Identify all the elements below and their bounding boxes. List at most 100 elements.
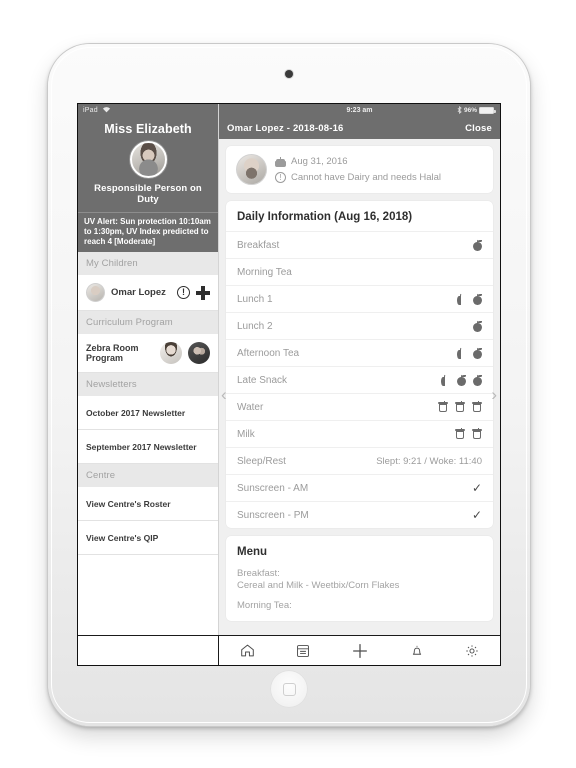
tabbar-items xyxy=(219,641,500,661)
sidebar-item-centre-roster[interactable]: View Centre's Roster xyxy=(78,487,218,522)
staff-role-label: Responsible Person on Duty xyxy=(94,183,202,205)
row-value xyxy=(473,320,482,332)
home-button[interactable] xyxy=(270,670,308,708)
sidebar-item-centre-qip[interactable]: View Centre's QIP xyxy=(78,521,218,556)
centre-qip-label: View Centre's QIP xyxy=(86,532,159,543)
main-scroll-content[interactable]: Aug 31, 2016 ! Cannot have Dairy and nee… xyxy=(219,139,500,635)
close-button[interactable]: Close xyxy=(465,123,492,134)
screen-body: iPad Miss Elizabeth Responsible Person o… xyxy=(78,104,500,635)
sidebar-item-october-newsletter[interactable]: October 2017 Newsletter xyxy=(78,396,218,431)
bluetooth-icon xyxy=(457,105,462,116)
plus-icon[interactable] xyxy=(350,641,370,661)
cup-icon xyxy=(438,400,448,413)
cup-icon xyxy=(455,427,465,440)
child-profile-card: Aug 31, 2016 ! Cannot have Dairy and nee… xyxy=(226,146,493,193)
row-value: ✓ xyxy=(472,482,482,494)
row-label: Water xyxy=(237,401,264,413)
apple-icon xyxy=(473,320,482,332)
menu-line-breakfast-heading: Breakfast: xyxy=(237,568,280,579)
alert-icon: ! xyxy=(275,172,286,183)
row-value xyxy=(438,400,482,413)
zebra-room-label: Zebra Room Program xyxy=(86,342,139,364)
status-right-cluster: 96% xyxy=(457,104,496,117)
dietary-line: ! Cannot have Dairy and needs Halal xyxy=(275,172,441,183)
daily-row-late-snack[interactable]: Late Snack xyxy=(226,366,493,393)
sidebar-section-curriculum-program: Curriculum Program xyxy=(78,311,218,335)
half-apple-icon xyxy=(457,347,466,359)
daily-information-title: Daily Information (Aug 16, 2018) xyxy=(237,211,413,223)
plus-icon[interactable] xyxy=(196,285,210,300)
chevron-right-icon[interactable]: › xyxy=(491,386,497,403)
gear-icon[interactable] xyxy=(464,643,480,659)
apple-icon xyxy=(457,374,466,386)
daily-row-sleep-rest[interactable]: Sleep/Rest Slept: 9:21 / Woke: 11:40 xyxy=(226,447,493,474)
home-button-square xyxy=(282,682,296,696)
educator-avatar-2 xyxy=(188,342,210,365)
sidebar-scroll[interactable]: My Children Omar Lopez ! Curriculum Prog… xyxy=(78,252,218,635)
menu-body: Breakfast: Cereal and Milk - Weetbix/Cor… xyxy=(226,566,493,621)
menu-spacer xyxy=(237,593,482,600)
battery-icon xyxy=(479,107,496,114)
row-value xyxy=(473,239,482,251)
calendar-icon[interactable] xyxy=(295,643,311,659)
daily-row-sunscreen-pm[interactable]: Sunscreen - PM ✓ xyxy=(226,501,493,528)
cup-icon xyxy=(472,400,482,413)
menu-title: Menu xyxy=(237,546,268,558)
daily-row-breakfast[interactable]: Breakfast xyxy=(226,231,493,258)
home-icon[interactable] xyxy=(239,642,256,659)
sidebar-item-september-newsletter[interactable]: September 2017 Newsletter xyxy=(78,430,218,465)
cup-icon xyxy=(455,400,465,413)
newsletter-label: October 2017 Newsletter xyxy=(86,407,186,418)
chevron-left-icon[interactable]: ‹ xyxy=(221,386,227,403)
staff-name: Miss Elizabeth xyxy=(104,122,192,136)
row-label: Sunscreen - AM xyxy=(237,482,309,494)
newsletter-label: September 2017 Newsletter xyxy=(86,441,197,452)
sidebar-section-centre: Centre xyxy=(78,464,218,488)
dietary-label: Cannot have Dairy and needs Halal xyxy=(291,172,441,183)
cup-icon xyxy=(472,427,482,440)
main-status-bar: 9:23 am 96% xyxy=(219,104,500,117)
alert-icon[interactable]: ! xyxy=(177,286,190,300)
daily-row-milk[interactable]: Milk xyxy=(226,420,493,447)
child-avatar xyxy=(86,283,105,303)
row-label: Sunscreen - PM xyxy=(237,509,309,521)
row-label: Morning Tea xyxy=(237,266,292,278)
main-nav-bar: Omar Lopez - 2018-08-16 Close xyxy=(219,117,500,139)
daily-row-sunscreen-am[interactable]: Sunscreen - AM ✓ xyxy=(226,474,493,501)
child-photo xyxy=(236,154,267,185)
menu-line-morning-tea-heading: Morning Tea: xyxy=(237,599,292,611)
sidebar-status-bar: iPad xyxy=(78,104,218,117)
daily-row-afternoon-tea[interactable]: Afternoon Tea xyxy=(226,339,493,366)
row-label: Lunch 1 xyxy=(237,293,273,305)
apple-icon xyxy=(473,347,482,359)
sidebar-section-my-children: My Children xyxy=(78,252,218,276)
sidebar-item-omar-lopez[interactable]: Omar Lopez ! xyxy=(78,275,218,312)
clock-label: 9:23 am xyxy=(346,107,373,114)
row-label: Afternoon Tea xyxy=(237,347,300,359)
menu-card: Menu Breakfast: Cereal and Milk - Weetbi… xyxy=(226,536,493,622)
daily-row-water[interactable]: Water xyxy=(226,393,493,420)
check-icon: ✓ xyxy=(471,508,482,522)
sidebar-section-newsletters: Newsletters xyxy=(78,373,218,397)
daily-row-lunch-1[interactable]: Lunch 1 xyxy=(226,285,493,312)
birthday-line: Aug 31, 2016 xyxy=(275,156,441,167)
page-title: Omar Lopez - 2018-08-16 xyxy=(227,122,344,134)
child-name-label: Omar Lopez xyxy=(111,287,166,299)
bottom-tab-bar xyxy=(78,635,500,665)
sidebar-item-zebra-room-program[interactable]: Zebra Room Program xyxy=(78,334,218,374)
row-label: Milk xyxy=(237,428,255,440)
tabbar-sidebar-spacer xyxy=(78,636,219,665)
row-label: Sleep/Rest xyxy=(237,455,286,467)
half-apple-icon xyxy=(441,374,450,386)
battery-percent-label: 96% xyxy=(463,107,477,114)
app-screen: iPad Miss Elizabeth Responsible Person o… xyxy=(77,103,501,666)
apple-icon xyxy=(473,293,482,305)
daily-row-morning-tea[interactable]: Morning Tea xyxy=(226,258,493,285)
main-panel: 9:23 am 96% Omar Lopez - 2018-08-16 Clos… xyxy=(219,104,500,635)
bell-icon[interactable] xyxy=(409,643,425,659)
row-value xyxy=(455,427,482,440)
apple-icon xyxy=(473,239,482,251)
half-apple-icon xyxy=(457,293,466,305)
row-value xyxy=(457,293,482,305)
daily-row-lunch-2[interactable]: Lunch 2 xyxy=(226,312,493,339)
